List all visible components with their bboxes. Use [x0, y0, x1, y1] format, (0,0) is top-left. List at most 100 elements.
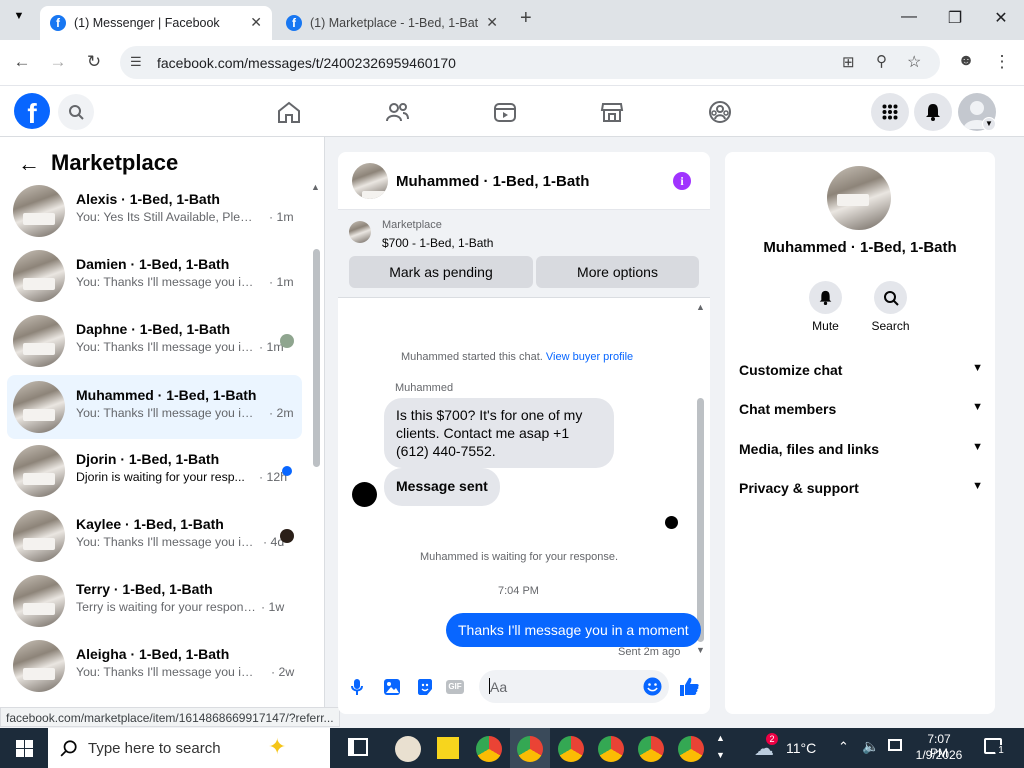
info-listing-avatar[interactable] — [827, 166, 891, 230]
message-input[interactable]: Aa — [479, 670, 669, 703]
conversation-item[interactable]: Terry · 1-Bed, 1-Bath Terry is waiting fo… — [7, 569, 302, 633]
weather-widget[interactable]: ☁ 2 11°C — [752, 733, 824, 760]
conversation-item[interactable]: Daphne · 1-Bed, 1-Bath You: Thanks I'll m… — [7, 309, 302, 373]
facebook-logo[interactable]: f — [14, 93, 50, 129]
search-icon[interactable] — [58, 94, 94, 130]
chat-members-section[interactable]: Chat members ▼ — [739, 401, 983, 417]
scroll-up-icon[interactable]: ▲ — [696, 302, 705, 312]
outgoing-message-bubble[interactable]: Thanks I'll message you in a moment — [446, 613, 701, 647]
conversation-time: · 1m — [269, 210, 294, 224]
like-thumbs-up-icon[interactable] — [679, 676, 700, 697]
conversation-list-panel: ← Marketplace ▲ Alexis · 1-Bed, 1-Bath Yo… — [0, 137, 340, 727]
search-conversation-icon[interactable] — [874, 281, 907, 314]
listing-thumbnail[interactable] — [349, 221, 371, 243]
scroll-up-icon[interactable]: ▲ — [311, 182, 320, 192]
chrome-profile-icon[interactable] — [638, 736, 664, 762]
taskbar-overflow-icon[interactable]: ▲ ▼ — [716, 730, 725, 764]
windows-start-icon[interactable] — [16, 740, 33, 757]
system-tray-chevron-icon[interactable]: ⌃ — [838, 739, 849, 755]
home-icon[interactable] — [276, 100, 302, 124]
chrome-icon[interactable] — [476, 736, 502, 762]
conversation-item[interactable]: Aleigha · 1-Bed, 1-Bath You: Thanks I'll … — [7, 634, 302, 698]
listing-avatar — [13, 250, 65, 302]
sticky-notes-icon[interactable] — [437, 737, 459, 759]
conversation-time: · 2m — [269, 406, 294, 420]
zoom-icon[interactable]: ⚲ — [876, 52, 887, 70]
taskbar-search-box[interactable]: Type here to search ✦ — [48, 728, 330, 768]
conversation-item[interactable]: Djorin · 1-Bed, 1-Bath Djorin is waiting … — [7, 439, 302, 503]
chat-listing-avatar[interactable] — [352, 163, 388, 199]
url-text[interactable]: facebook.com/messages/t/2400232695946017… — [157, 55, 456, 71]
list-scrollbar[interactable] — [313, 249, 320, 467]
mute-label[interactable]: Mute — [795, 319, 856, 333]
listing-price[interactable]: $700 - 1-Bed, 1-Bath — [382, 236, 493, 250]
mark-as-pending-button[interactable]: Mark as pending — [349, 256, 533, 288]
notifications-bell-icon[interactable] — [914, 93, 952, 131]
back-arrow-icon[interactable]: ← — [18, 151, 40, 177]
profile-icon[interactable]: ☻ — [954, 52, 978, 70]
network-icon[interactable] — [888, 739, 902, 751]
chat-panel: Muhammed · 1-Bed, 1-Bath i Marketplace $… — [338, 152, 710, 714]
conversation-item[interactable]: Kaylee · 1-Bed, 1-Bath You: Thanks I'll m… — [7, 504, 302, 568]
listing-avatar — [13, 315, 65, 367]
bookmark-star-icon[interactable]: ☆ — [907, 52, 921, 72]
conversation-time: · 1w — [261, 600, 285, 614]
incoming-message-bubble-2[interactable]: Message sent — [384, 468, 500, 506]
conversation-item[interactable]: Muhammed · 1-Bed, 1-Bath You: Thanks I'll… — [7, 375, 302, 439]
sender-avatar[interactable] — [352, 482, 377, 507]
watch-icon[interactable] — [492, 100, 518, 124]
browser-tab-bar: ▼ f (1) Messenger | Facebook ✕ f (1) Mar… — [0, 0, 1024, 40]
site-info-icon[interactable]: ☰ — [130, 54, 142, 70]
chat-title[interactable]: Muhammed · 1-Bed, 1-Bath — [396, 173, 589, 190]
close-window-icon[interactable]: ✕ — [986, 8, 1016, 28]
chrome-profile-icon[interactable] — [558, 736, 584, 762]
friends-icon[interactable] — [384, 100, 410, 124]
conversation-info-panel: Muhammed · 1-Bed, 1-Bath Mute Search Cus… — [725, 152, 995, 714]
more-options-button[interactable]: More options — [536, 256, 699, 288]
tab-marketplace[interactable]: f (1) Marketplace - 1-Bed, 1-Bath ✕ — [276, 6, 508, 40]
media-files-links-section[interactable]: Media, files and links ▼ — [739, 441, 983, 457]
chrome-profile-icon[interactable] — [517, 736, 543, 762]
privacy-support-section[interactable]: Privacy & support ▼ — [739, 480, 983, 496]
minimize-icon[interactable]: — — [894, 8, 924, 26]
back-icon[interactable]: ← — [10, 52, 34, 72]
tab-messenger[interactable]: f (1) Messenger | Facebook ✕ — [40, 6, 272, 40]
reload-icon[interactable]: ↻ — [82, 52, 106, 72]
volume-icon[interactable]: 🔈 — [862, 738, 879, 755]
menu-grid-icon[interactable] — [871, 93, 909, 131]
chrome-profile-icon[interactable] — [598, 736, 624, 762]
listing-source: Marketplace — [382, 219, 442, 231]
conversation-info-icon[interactable]: i — [673, 172, 691, 190]
photo-icon[interactable] — [383, 678, 401, 696]
paint-app-icon[interactable] — [395, 736, 421, 762]
close-tab-icon[interactable]: ✕ — [250, 14, 262, 31]
groups-icon[interactable] — [707, 100, 733, 124]
new-tab-icon[interactable]: + — [520, 7, 532, 30]
forward-icon[interactable]: → — [46, 52, 70, 72]
incoming-message-bubble[interactable]: Is this $700? It's for one of my clients… — [384, 398, 614, 468]
marketplace-icon[interactable] — [599, 100, 625, 124]
emoji-icon[interactable] — [643, 677, 662, 696]
account-chevron-icon[interactable]: ▼ — [982, 117, 996, 131]
close-tab-icon[interactable]: ✕ — [486, 14, 498, 31]
install-app-icon[interactable]: ⊞ — [842, 53, 855, 71]
gif-icon[interactable]: GIF — [446, 680, 464, 694]
conversation-item[interactable]: Alexis · 1-Bed, 1-Bath You: Yes Its Still… — [7, 179, 302, 243]
conversation-item[interactable]: Damien · 1-Bed, 1-Bath You: Thanks I'll m… — [7, 244, 302, 308]
menu-kebab-icon[interactable]: ⋮ — [990, 52, 1014, 72]
clock-date[interactable]: 1/9/2026 — [914, 748, 964, 762]
view-buyer-profile-link[interactable]: View buyer profile — [546, 351, 633, 363]
sticker-icon[interactable] — [416, 678, 434, 696]
search-label[interactable]: Search — [860, 319, 921, 333]
customize-chat-section[interactable]: Customize chat ▼ — [739, 362, 983, 378]
mute-bell-icon[interactable] — [809, 281, 842, 314]
omnibox[interactable]: ☰ facebook.com/messages/t/24002326959460… — [120, 46, 940, 79]
tab-search-button[interactable]: ▼ — [8, 10, 30, 30]
scroll-down-icon[interactable]: ▼ — [696, 645, 705, 655]
task-view-icon[interactable] — [348, 738, 368, 756]
restore-icon[interactable]: ❐ — [940, 8, 970, 28]
messages-scrollbar[interactable] — [697, 398, 704, 642]
microphone-icon[interactable] — [350, 678, 364, 696]
chrome-profile-icon[interactable] — [678, 736, 704, 762]
facebook-header: f ▼ — [0, 86, 1024, 137]
